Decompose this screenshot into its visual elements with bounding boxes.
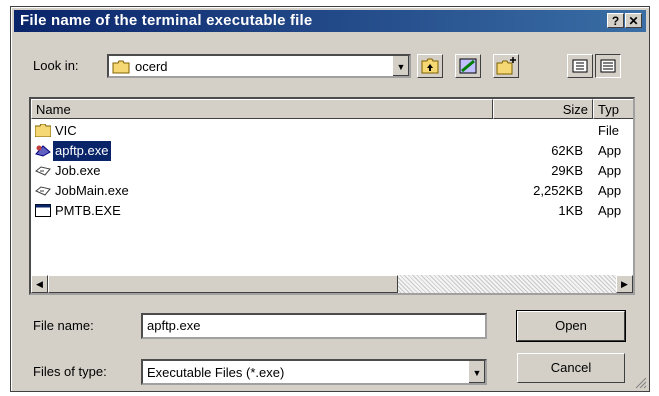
dialog-title: File name of the terminal executable fil…: [20, 12, 313, 29]
file-size: 29KB: [551, 163, 583, 178]
java-app-icon: [35, 186, 51, 196]
file-name-label: File name:: [33, 318, 94, 333]
file-name: Job.exe: [55, 163, 101, 178]
file-name: VIC: [55, 123, 77, 138]
file-size: 2,252KB: [533, 183, 583, 198]
file-dialog: File name of the terminal executable fil…: [10, 6, 650, 392]
file-list[interactable]: Name Size Typ VIC File apftp.exe 62KB Ap…: [29, 97, 635, 295]
java-app-icon: [35, 166, 51, 176]
open-button[interactable]: Open: [516, 310, 626, 342]
application-icon: [35, 145, 51, 157]
chevron-down-icon[interactable]: ▼: [392, 56, 409, 76]
file-name: apftp.exe: [53, 141, 111, 161]
files-of-type-combo[interactable]: Executable Files (*.exe) ▼: [141, 359, 487, 385]
scroll-left-icon[interactable]: ◀: [31, 275, 48, 293]
file-type: File: [598, 123, 619, 138]
column-header-type[interactable]: Typ: [593, 99, 633, 119]
file-type: App: [598, 143, 622, 158]
details-view-button[interactable]: [595, 54, 621, 78]
help-button[interactable]: ?: [607, 13, 624, 28]
horizontal-scrollbar[interactable]: ◀ ▶: [31, 275, 633, 293]
file-name-input[interactable]: apftp.exe: [141, 313, 487, 339]
list-item[interactable]: apftp.exe 62KB App: [31, 141, 633, 161]
list-item[interactable]: PMTB.EXE 1KB App: [31, 201, 633, 221]
title-bar[interactable]: File name of the terminal executable fil…: [14, 10, 646, 32]
file-type: App: [598, 163, 622, 178]
cancel-button[interactable]: Cancel: [517, 353, 625, 383]
folder-icon: [35, 124, 51, 137]
scrollbar-thumb[interactable]: [48, 275, 398, 293]
list-view-icon: [572, 59, 588, 73]
folder-up-icon: [421, 58, 439, 74]
chevron-down-icon[interactable]: ▼: [468, 361, 485, 383]
look-in-combo[interactable]: ocerd ▼: [107, 54, 411, 78]
look-in-value: ocerd: [135, 59, 168, 74]
folder-icon: [112, 60, 130, 74]
list-view-button[interactable]: [567, 54, 593, 78]
close-button[interactable]: ✕: [625, 13, 642, 28]
file-size: 62KB: [551, 143, 583, 158]
file-type: App: [598, 203, 622, 218]
desktop-button[interactable]: [455, 54, 481, 78]
file-type: App: [598, 183, 622, 198]
list-item[interactable]: VIC File: [31, 121, 633, 141]
new-folder-icon: [496, 57, 516, 75]
list-item[interactable]: JobMain.exe 2,252KB App: [31, 181, 633, 201]
file-name: PMTB.EXE: [55, 203, 121, 218]
details-view-icon: [600, 59, 616, 73]
column-header-name[interactable]: Name: [31, 99, 493, 119]
window-app-icon: [35, 204, 51, 217]
resize-grip-icon[interactable]: [635, 377, 647, 389]
files-of-type-value: Executable Files (*.exe): [147, 365, 285, 380]
file-size: 1KB: [558, 203, 583, 218]
desktop-icon: [459, 58, 477, 74]
scroll-right-icon[interactable]: ▶: [616, 275, 633, 293]
new-folder-button[interactable]: [493, 54, 519, 78]
up-one-level-button[interactable]: [417, 54, 443, 78]
list-item[interactable]: Job.exe 29KB App: [31, 161, 633, 181]
look-in-label: Look in:: [33, 58, 79, 73]
file-name: JobMain.exe: [55, 183, 129, 198]
column-header-size[interactable]: Size: [493, 99, 593, 119]
files-of-type-label: Files of type:: [33, 364, 107, 379]
